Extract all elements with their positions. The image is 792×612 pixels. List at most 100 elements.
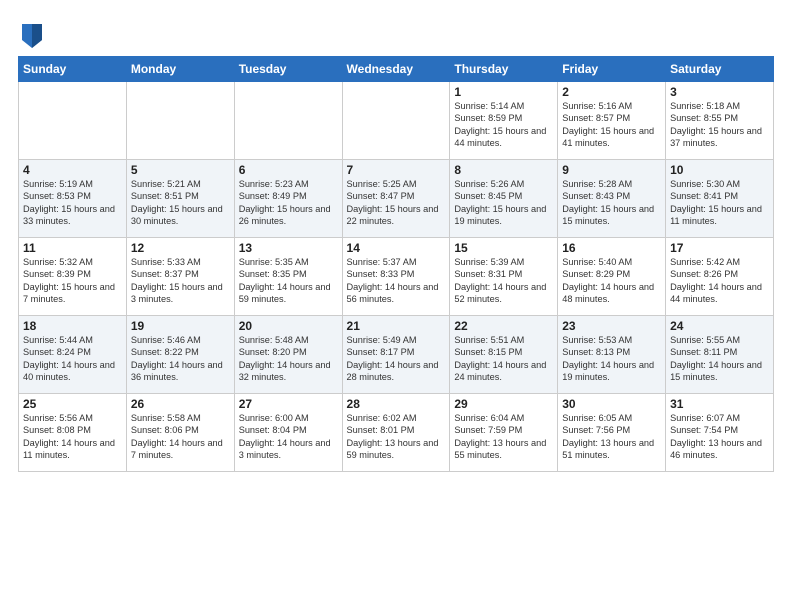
cell-info: Sunrise: 5:21 AM Sunset: 8:51 PM Dayligh… <box>131 178 230 228</box>
calendar-cell: 23Sunrise: 5:53 AM Sunset: 8:13 PM Dayli… <box>558 316 666 394</box>
calendar-cell: 12Sunrise: 5:33 AM Sunset: 8:37 PM Dayli… <box>126 238 234 316</box>
cell-info: Sunrise: 5:33 AM Sunset: 8:37 PM Dayligh… <box>131 256 230 306</box>
day-number: 22 <box>454 319 553 333</box>
calendar-cell: 29Sunrise: 6:04 AM Sunset: 7:59 PM Dayli… <box>450 394 558 472</box>
weekday-row: SundayMondayTuesdayWednesdayThursdayFrid… <box>19 57 774 82</box>
cell-info: Sunrise: 5:18 AM Sunset: 8:55 PM Dayligh… <box>670 100 769 150</box>
calendar-page: SundayMondayTuesdayWednesdayThursdayFrid… <box>0 0 792 482</box>
weekday-header: Saturday <box>666 57 774 82</box>
calendar-cell: 31Sunrise: 6:07 AM Sunset: 7:54 PM Dayli… <box>666 394 774 472</box>
calendar-cell: 8Sunrise: 5:26 AM Sunset: 8:45 PM Daylig… <box>450 160 558 238</box>
calendar-cell <box>342 82 450 160</box>
day-number: 19 <box>131 319 230 333</box>
day-number: 11 <box>23 241 122 255</box>
logo-icon <box>20 20 44 48</box>
day-number: 13 <box>239 241 338 255</box>
calendar-cell: 2Sunrise: 5:16 AM Sunset: 8:57 PM Daylig… <box>558 82 666 160</box>
calendar-week-row: 18Sunrise: 5:44 AM Sunset: 8:24 PM Dayli… <box>19 316 774 394</box>
calendar-cell: 11Sunrise: 5:32 AM Sunset: 8:39 PM Dayli… <box>19 238 127 316</box>
day-number: 6 <box>239 163 338 177</box>
day-number: 17 <box>670 241 769 255</box>
calendar-cell: 1Sunrise: 5:14 AM Sunset: 8:59 PM Daylig… <box>450 82 558 160</box>
cell-info: Sunrise: 5:19 AM Sunset: 8:53 PM Dayligh… <box>23 178 122 228</box>
calendar-week-row: 25Sunrise: 5:56 AM Sunset: 8:08 PM Dayli… <box>19 394 774 472</box>
calendar-cell: 14Sunrise: 5:37 AM Sunset: 8:33 PM Dayli… <box>342 238 450 316</box>
cell-info: Sunrise: 5:56 AM Sunset: 8:08 PM Dayligh… <box>23 412 122 462</box>
day-number: 2 <box>562 85 661 99</box>
header <box>18 16 774 48</box>
day-number: 20 <box>239 319 338 333</box>
day-number: 26 <box>131 397 230 411</box>
calendar-body: 1Sunrise: 5:14 AM Sunset: 8:59 PM Daylig… <box>19 82 774 472</box>
cell-info: Sunrise: 5:39 AM Sunset: 8:31 PM Dayligh… <box>454 256 553 306</box>
cell-info: Sunrise: 5:23 AM Sunset: 8:49 PM Dayligh… <box>239 178 338 228</box>
calendar-cell: 4Sunrise: 5:19 AM Sunset: 8:53 PM Daylig… <box>19 160 127 238</box>
day-number: 16 <box>562 241 661 255</box>
cell-info: Sunrise: 6:04 AM Sunset: 7:59 PM Dayligh… <box>454 412 553 462</box>
calendar-cell <box>234 82 342 160</box>
day-number: 21 <box>347 319 446 333</box>
cell-info: Sunrise: 5:42 AM Sunset: 8:26 PM Dayligh… <box>670 256 769 306</box>
calendar-cell: 30Sunrise: 6:05 AM Sunset: 7:56 PM Dayli… <box>558 394 666 472</box>
calendar-cell: 26Sunrise: 5:58 AM Sunset: 8:06 PM Dayli… <box>126 394 234 472</box>
calendar-cell: 28Sunrise: 6:02 AM Sunset: 8:01 PM Dayli… <box>342 394 450 472</box>
calendar-cell: 22Sunrise: 5:51 AM Sunset: 8:15 PM Dayli… <box>450 316 558 394</box>
day-number: 8 <box>454 163 553 177</box>
day-number: 28 <box>347 397 446 411</box>
day-number: 23 <box>562 319 661 333</box>
cell-info: Sunrise: 6:05 AM Sunset: 7:56 PM Dayligh… <box>562 412 661 462</box>
calendar-table: SundayMondayTuesdayWednesdayThursdayFrid… <box>18 56 774 472</box>
cell-info: Sunrise: 5:40 AM Sunset: 8:29 PM Dayligh… <box>562 256 661 306</box>
calendar-cell: 21Sunrise: 5:49 AM Sunset: 8:17 PM Dayli… <box>342 316 450 394</box>
weekday-header: Sunday <box>19 57 127 82</box>
cell-info: Sunrise: 5:28 AM Sunset: 8:43 PM Dayligh… <box>562 178 661 228</box>
cell-info: Sunrise: 6:00 AM Sunset: 8:04 PM Dayligh… <box>239 412 338 462</box>
cell-info: Sunrise: 5:14 AM Sunset: 8:59 PM Dayligh… <box>454 100 553 150</box>
calendar-cell <box>126 82 234 160</box>
cell-info: Sunrise: 5:30 AM Sunset: 8:41 PM Dayligh… <box>670 178 769 228</box>
cell-info: Sunrise: 5:49 AM Sunset: 8:17 PM Dayligh… <box>347 334 446 384</box>
day-number: 30 <box>562 397 661 411</box>
cell-info: Sunrise: 5:48 AM Sunset: 8:20 PM Dayligh… <box>239 334 338 384</box>
day-number: 27 <box>239 397 338 411</box>
calendar-cell: 27Sunrise: 6:00 AM Sunset: 8:04 PM Dayli… <box>234 394 342 472</box>
cell-info: Sunrise: 5:32 AM Sunset: 8:39 PM Dayligh… <box>23 256 122 306</box>
weekday-header: Monday <box>126 57 234 82</box>
calendar-cell: 18Sunrise: 5:44 AM Sunset: 8:24 PM Dayli… <box>19 316 127 394</box>
calendar-week-row: 4Sunrise: 5:19 AM Sunset: 8:53 PM Daylig… <box>19 160 774 238</box>
calendar-cell: 10Sunrise: 5:30 AM Sunset: 8:41 PM Dayli… <box>666 160 774 238</box>
cell-info: Sunrise: 5:26 AM Sunset: 8:45 PM Dayligh… <box>454 178 553 228</box>
calendar-week-row: 11Sunrise: 5:32 AM Sunset: 8:39 PM Dayli… <box>19 238 774 316</box>
weekday-header: Wednesday <box>342 57 450 82</box>
day-number: 14 <box>347 241 446 255</box>
day-number: 5 <box>131 163 230 177</box>
weekday-header: Thursday <box>450 57 558 82</box>
calendar-cell <box>19 82 127 160</box>
calendar-cell: 17Sunrise: 5:42 AM Sunset: 8:26 PM Dayli… <box>666 238 774 316</box>
cell-info: Sunrise: 5:37 AM Sunset: 8:33 PM Dayligh… <box>347 256 446 306</box>
cell-info: Sunrise: 5:25 AM Sunset: 8:47 PM Dayligh… <box>347 178 446 228</box>
calendar-cell: 25Sunrise: 5:56 AM Sunset: 8:08 PM Dayli… <box>19 394 127 472</box>
calendar-cell: 9Sunrise: 5:28 AM Sunset: 8:43 PM Daylig… <box>558 160 666 238</box>
calendar-cell: 16Sunrise: 5:40 AM Sunset: 8:29 PM Dayli… <box>558 238 666 316</box>
day-number: 24 <box>670 319 769 333</box>
calendar-cell: 13Sunrise: 5:35 AM Sunset: 8:35 PM Dayli… <box>234 238 342 316</box>
calendar-cell: 24Sunrise: 5:55 AM Sunset: 8:11 PM Dayli… <box>666 316 774 394</box>
calendar-cell: 3Sunrise: 5:18 AM Sunset: 8:55 PM Daylig… <box>666 82 774 160</box>
day-number: 25 <box>23 397 122 411</box>
weekday-header: Friday <box>558 57 666 82</box>
day-number: 1 <box>454 85 553 99</box>
calendar-cell: 19Sunrise: 5:46 AM Sunset: 8:22 PM Dayli… <box>126 316 234 394</box>
calendar-week-row: 1Sunrise: 5:14 AM Sunset: 8:59 PM Daylig… <box>19 82 774 160</box>
day-number: 7 <box>347 163 446 177</box>
cell-info: Sunrise: 5:35 AM Sunset: 8:35 PM Dayligh… <box>239 256 338 306</box>
calendar-header: SundayMondayTuesdayWednesdayThursdayFrid… <box>19 57 774 82</box>
day-number: 4 <box>23 163 122 177</box>
day-number: 3 <box>670 85 769 99</box>
cell-info: Sunrise: 5:16 AM Sunset: 8:57 PM Dayligh… <box>562 100 661 150</box>
weekday-header: Tuesday <box>234 57 342 82</box>
calendar-cell: 15Sunrise: 5:39 AM Sunset: 8:31 PM Dayli… <box>450 238 558 316</box>
cell-info: Sunrise: 5:46 AM Sunset: 8:22 PM Dayligh… <box>131 334 230 384</box>
day-number: 18 <box>23 319 122 333</box>
day-number: 9 <box>562 163 661 177</box>
